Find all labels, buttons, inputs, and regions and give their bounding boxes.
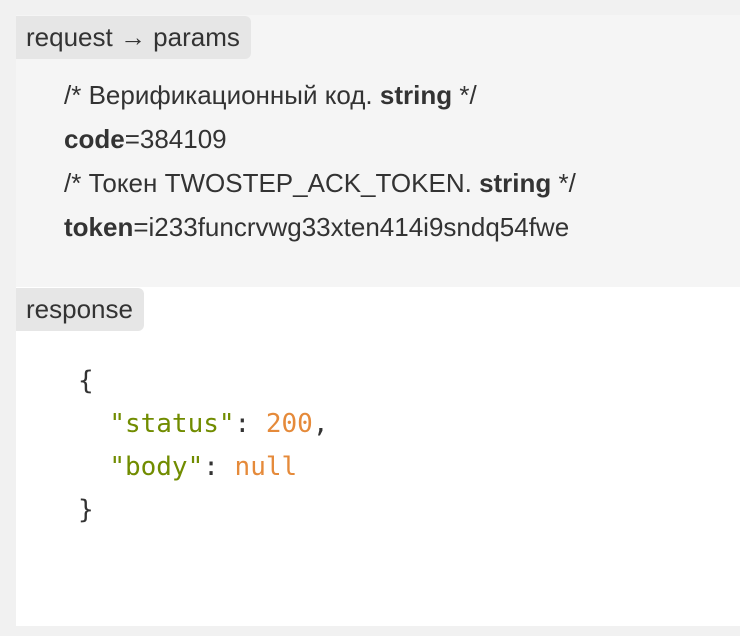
json-body-line: "body": null	[109, 452, 298, 482]
param-code: code=384109	[64, 124, 227, 154]
json-value-body: null	[234, 452, 298, 482]
param-token: token=i233funcrvwg33xten414i9sndq54fwe	[64, 212, 570, 242]
json-status-line: "status": 200,	[109, 409, 329, 439]
response-tag: response	[16, 288, 144, 331]
response-json: { "status": 200, "body": null }	[78, 360, 328, 532]
param-comment-token: /* Токен TWOSTEP_ACK_TOKEN. string */	[64, 168, 576, 198]
json-value-status: 200	[265, 409, 313, 439]
document-frame: request → params /* Верификационный код.…	[0, 0, 740, 636]
json-key-body: "body"	[109, 452, 204, 482]
api-doc-block: request → params /* Верификационный код.…	[16, 15, 740, 626]
param-value: 384109	[139, 124, 227, 154]
param-name: code	[64, 124, 125, 154]
request-params-panel: request → params /* Верификационный код.…	[16, 15, 740, 287]
param-name: token	[64, 212, 134, 242]
json-close-brace: }	[78, 495, 94, 525]
params-list: /* Верификационный код. string */ code=3…	[64, 73, 576, 249]
param-value: i233funcrvwg33xten414i9sndq54fwe	[148, 212, 570, 242]
json-open-brace: {	[78, 366, 94, 396]
request-params-tag: request → params	[16, 16, 251, 59]
param-comment-code: /* Верификационный код. string */	[64, 80, 477, 110]
json-key-status: "status"	[109, 409, 235, 439]
